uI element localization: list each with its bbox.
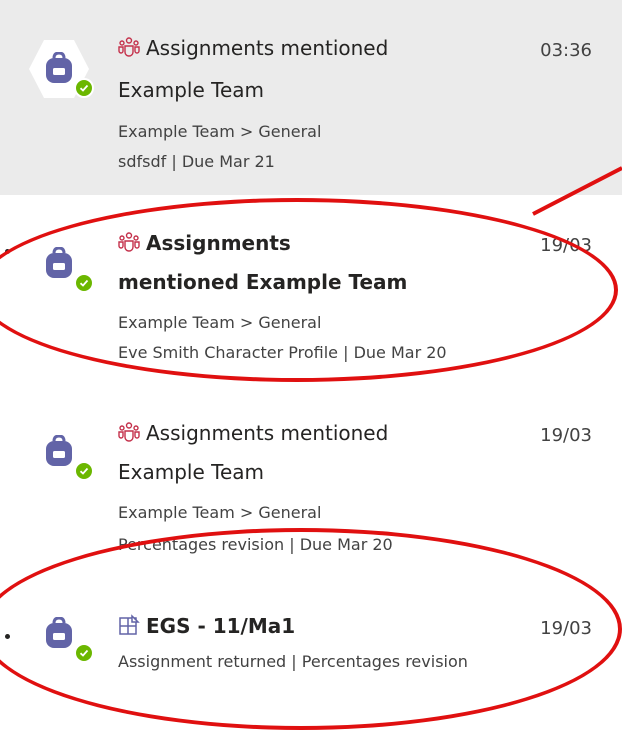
backpack-icon: [46, 617, 72, 648]
activity-time: 19/03: [540, 235, 592, 256]
title-text: Assignments: [146, 231, 291, 255]
activity-path: Example Team > General: [118, 313, 322, 332]
title-text: Assignments mentioned: [146, 36, 389, 60]
status-available-icon: [74, 78, 94, 98]
activity-item-3[interactable]: Assignments mentioned 19/03 Example Team…: [0, 385, 622, 580]
activity-detail: Percentages revision | Due Mar 20: [118, 535, 393, 554]
avatar: [28, 38, 94, 100]
backpack-icon: [46, 247, 72, 278]
activity-item-1[interactable]: Assignments mentioned 03:36 Example Team…: [0, 0, 622, 195]
activity-title: Assignments: [118, 231, 291, 255]
activity-title: EGS - 11/Ma1: [118, 614, 295, 638]
activity-title: Assignments mentioned: [118, 421, 388, 445]
status-available-icon: [74, 643, 94, 663]
status-available-icon: [74, 461, 94, 481]
title-text: EGS - 11/Ma1: [146, 614, 296, 638]
activity-time: 03:36: [540, 40, 592, 61]
activity-time: 19/03: [540, 425, 592, 446]
backpack-icon: [46, 435, 72, 466]
class-icon: [119, 614, 140, 635]
activity-time: 19/03: [540, 618, 592, 639]
activity-detail: sdfsdf | Due Mar 21: [118, 152, 275, 171]
activity-path: Example Team > General: [118, 503, 322, 522]
activity-title-continued: Example Team: [118, 460, 264, 484]
activity-item-2[interactable]: Assignments 19/03 mentioned Example Team…: [0, 195, 622, 385]
backpack-icon: [46, 52, 72, 83]
activity-item-4[interactable]: EGS - 11/Ma1 19/03 Assignment returned |…: [0, 580, 622, 728]
unread-indicator: [5, 634, 10, 639]
activity-detail: Eve Smith Character Profile | Due Mar 20: [118, 343, 447, 362]
title-text: Assignments mentioned: [146, 421, 389, 445]
avatar: [28, 421, 94, 483]
avatar: [28, 603, 94, 665]
activity-title: Assignments mentioned: [118, 36, 388, 60]
status-available-icon: [74, 273, 94, 293]
unread-indicator: [5, 249, 10, 254]
activity-detail: Assignment returned | Percentages revisi…: [118, 652, 468, 671]
activity-path: Example Team > General: [118, 122, 322, 141]
team-icon: [118, 422, 140, 442]
activity-title-continued: mentioned Example Team: [118, 270, 408, 294]
activity-title-continued: Example Team: [118, 78, 264, 102]
team-icon: [118, 232, 140, 252]
team-icon: [118, 37, 140, 57]
avatar: [28, 233, 94, 295]
